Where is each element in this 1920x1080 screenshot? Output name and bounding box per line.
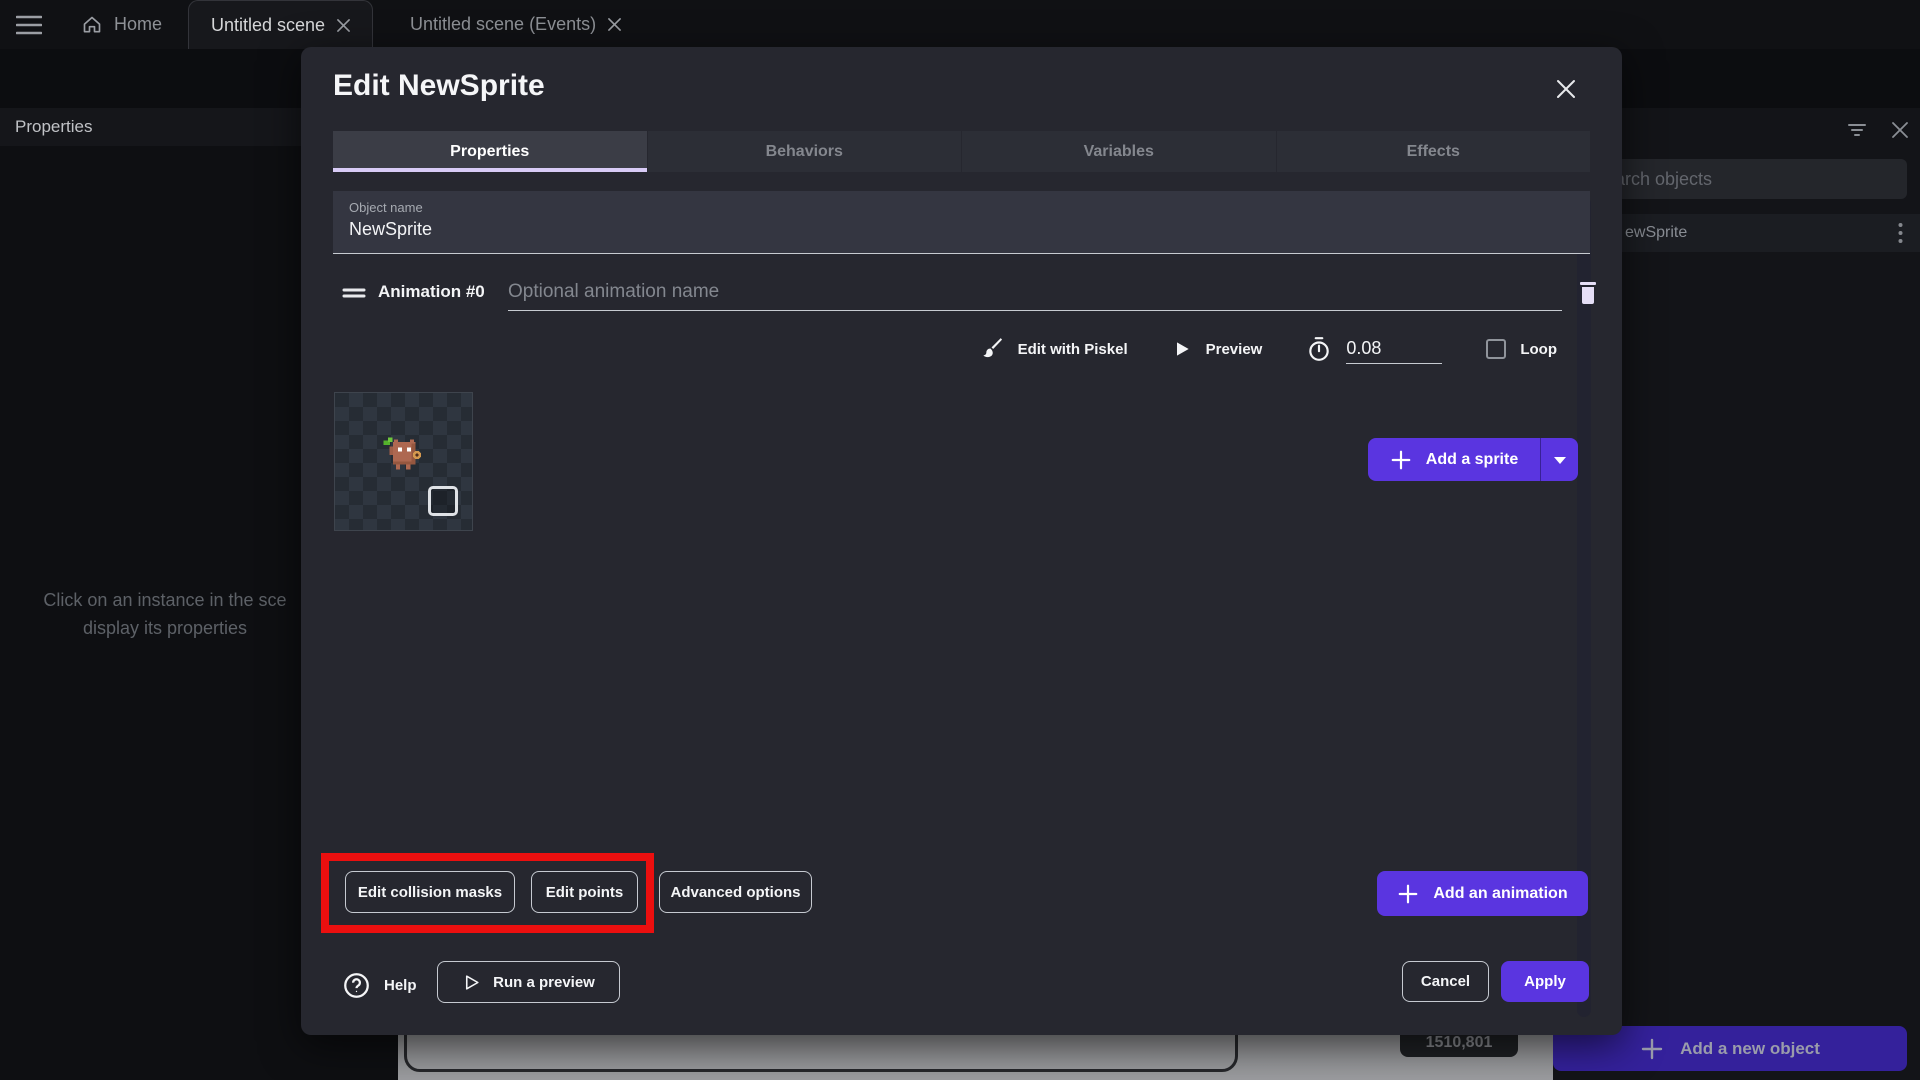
loop-checkbox[interactable] <box>1486 339 1507 359</box>
animation-label: Animation #0 <box>378 282 485 301</box>
plus-icon <box>1397 883 1419 905</box>
drag-handle-icon[interactable] <box>341 283 367 303</box>
tab-effects[interactable]: Effects <box>1275 131 1591 172</box>
add-new-object-label: Add a new object <box>1680 1038 1820 1058</box>
filter-icon[interactable] <box>1845 118 1869 142</box>
dialog-title: Edit NewSprite <box>333 69 545 102</box>
object-item-menu-icon[interactable] <box>1888 220 1912 246</box>
tab-untitled-scene-events-label: Untitled scene (Events) <box>410 14 597 34</box>
close-tab-icon[interactable] <box>608 18 622 31</box>
brush-icon <box>978 336 1004 362</box>
tab-behaviors[interactable]: Behaviors <box>646 131 962 172</box>
edit-collision-masks-button[interactable]: Edit collision masks <box>345 871 515 913</box>
chevron-down-icon <box>1553 455 1567 465</box>
gdevelop-app: Home Untitled scene Untitled scene (Even… <box>0 0 1920 1080</box>
plus-icon <box>1390 449 1412 471</box>
properties-empty-message: Click on an instance in the sce display … <box>43 590 287 638</box>
sprite-frame-thumbnail[interactable] <box>334 392 473 531</box>
tab-variables[interactable]: Variables <box>961 131 1276 172</box>
close-dialog-icon[interactable] <box>1553 76 1579 102</box>
frame-select-checkbox[interactable] <box>428 486 458 516</box>
pig-sprite-image <box>377 431 433 487</box>
play-outline-icon <box>462 973 481 992</box>
top-tab-bar: Home Untitled scene Untitled scene (Even… <box>0 0 1920 49</box>
tab-home-label: Home <box>114 14 163 34</box>
add-sprite-button[interactable]: Add a sprite <box>1368 438 1540 481</box>
plus-icon <box>1640 1037 1664 1061</box>
add-animation-button[interactable]: Add an animation <box>1377 871 1588 916</box>
add-sprite-dropdown-button[interactable] <box>1540 438 1578 481</box>
tab-home[interactable]: Home <box>60 0 184 49</box>
edit-sprite-dialog: Edit NewSprite Properties Behaviors Vari… <box>301 47 1622 1035</box>
play-icon <box>1172 339 1192 359</box>
close-tab-icon[interactable] <box>337 18 350 32</box>
dialog-tab-bar: Properties Behaviors Variables Effects <box>333 131 1590 172</box>
advanced-options-button[interactable]: Advanced options <box>659 871 812 913</box>
cancel-button[interactable]: Cancel <box>1402 961 1489 1002</box>
help-button[interactable]: Help <box>343 965 417 1006</box>
run-preview-label: Run a preview <box>493 973 595 991</box>
add-sprite-label: Add a sprite <box>1425 450 1519 468</box>
animation-row: Animation #0 <box>333 273 1596 315</box>
tab-properties[interactable]: Properties <box>333 131 647 172</box>
delete-animation-icon[interactable] <box>1575 279 1601 307</box>
add-animation-label: Add an animation <box>1433 884 1568 902</box>
object-name-field[interactable]: Object name NewSprite <box>333 191 1590 254</box>
preview-button[interactable]: Preview <box>1206 341 1263 358</box>
tab-untitled-scene-events[interactable]: Untitled scene (Events) <box>388 0 643 49</box>
edit-points-button[interactable]: Edit points <box>531 871 638 913</box>
object-name-label: Object name <box>349 200 423 215</box>
home-icon <box>82 15 102 35</box>
stopwatch-icon <box>1306 336 1332 362</box>
object-name-value: NewSprite <box>349 219 433 239</box>
menu-icon[interactable] <box>12 12 46 38</box>
time-between-frames-input[interactable] <box>1346 334 1443 364</box>
properties-panel-title: Properties <box>15 117 93 136</box>
loop-label: Loop <box>1520 340 1557 358</box>
help-label: Help <box>384 977 417 994</box>
add-sprite-split-button: Add a sprite <box>1368 438 1578 481</box>
search-objects-input[interactable] <box>1591 159 1907 199</box>
animation-name-input[interactable] <box>508 273 1562 311</box>
run-preview-button[interactable]: Run a preview <box>437 961 620 1003</box>
tab-untitled-scene-label: Untitled scene <box>211 14 326 35</box>
edit-with-piskel-button[interactable]: Edit with Piskel <box>1018 341 1128 358</box>
object-item-label: ewSprite <box>1625 224 1688 241</box>
tab-untitled-scene[interactable]: Untitled scene <box>188 0 374 49</box>
close-panel-icon[interactable] <box>1888 118 1912 142</box>
animation-controls-row: Edit with Piskel Preview Loop <box>301 331 1557 367</box>
apply-button[interactable]: Apply <box>1501 961 1589 1002</box>
help-icon <box>343 972 370 999</box>
